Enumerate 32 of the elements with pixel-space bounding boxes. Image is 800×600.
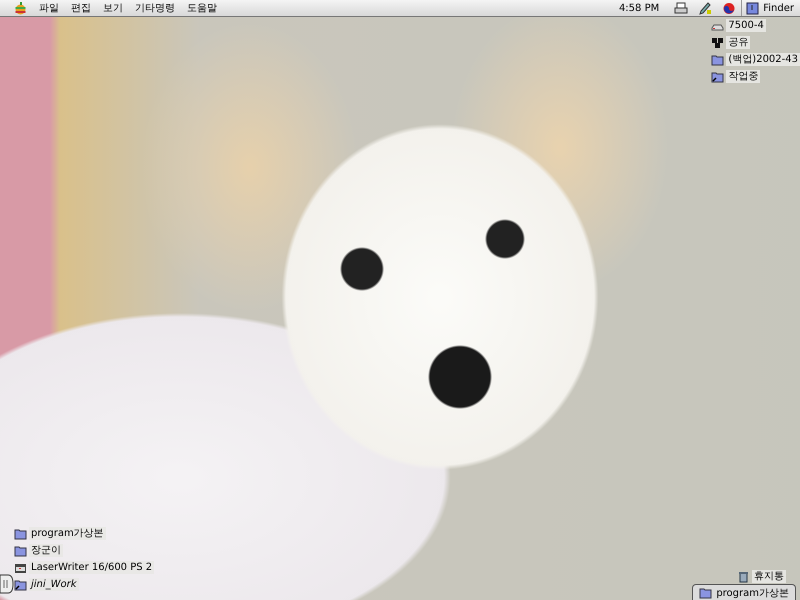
desktop-icon-label[interactable]: 휴지통 [752,570,786,583]
printer-icon[interactable] [674,2,688,14]
folder-icon [14,527,27,540]
color-circle-icon[interactable] [722,2,736,14]
desktop-icon-label[interactable]: 7500-4 [726,19,766,32]
collapsed-window[interactable]: program가상본 [692,584,796,600]
drawer-tab-icon[interactable] [0,574,14,594]
window-title: program가상본 [716,586,789,600]
finder-face-icon [746,2,760,14]
desktop-icon-label[interactable]: 작업중 [726,70,760,83]
desktop-icon-label[interactable]: program가상본 [29,527,106,540]
desktop-icon-label[interactable]: (백업)2002-43 [726,53,800,66]
application-menu[interactable]: Finder [741,0,800,16]
folder-alias-icon [14,578,27,591]
folder-alias-icon [711,70,724,83]
desktop-icon-label[interactable]: 공유 [726,36,750,49]
menu-item[interactable]: 파일 [33,1,65,15]
menu-item[interactable]: 도움말 [181,1,223,15]
folder-icon [14,544,27,557]
menu-item[interactable]: 편집 [65,1,97,15]
folder-icon [699,586,712,599]
menu-item[interactable]: 기타명령 [129,1,181,15]
printer-icon [14,561,27,574]
pencil-icon[interactable] [698,2,712,14]
apple-logo-icon[interactable] [14,2,27,14]
folder-icon [711,53,724,66]
desktop-icon-label[interactable]: jini_Work [29,578,79,591]
desktop-icon-label[interactable]: LaserWriter 16/600 PS 2 [29,561,154,574]
trash-can-icon [737,570,750,583]
menu-item[interactable]: 보기 [97,1,129,15]
desktop-icon-label[interactable]: 장군이 [29,544,63,557]
menu-clock[interactable]: 4:58 PM [618,2,660,14]
